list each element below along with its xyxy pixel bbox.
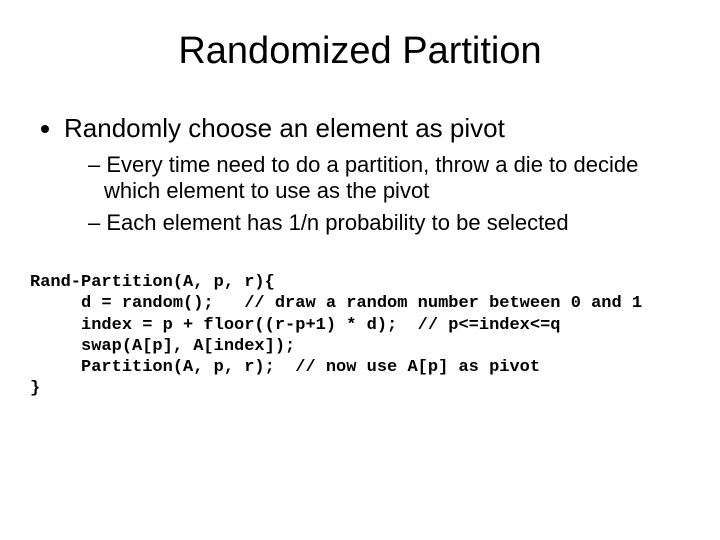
sub-bullet-list: Every time need to do a partition, throw… [64,152,690,236]
bullet-1: Randomly choose an element as pivot Ever… [64,113,690,236]
bullet-list: Randomly choose an element as pivot Ever… [30,113,690,236]
code-block: Rand-Partition(A, p, r){ d = random(); /… [30,272,690,400]
bullet-1-text: Randomly choose an element as pivot [64,113,505,143]
slide-title: Randomized Partition [30,30,690,73]
slide: Randomized Partition Randomly choose an … [0,0,720,540]
sub-bullet-1: Every time need to do a partition, throw… [88,152,690,204]
sub-bullet-2: Each element has 1/n probability to be s… [88,210,690,236]
